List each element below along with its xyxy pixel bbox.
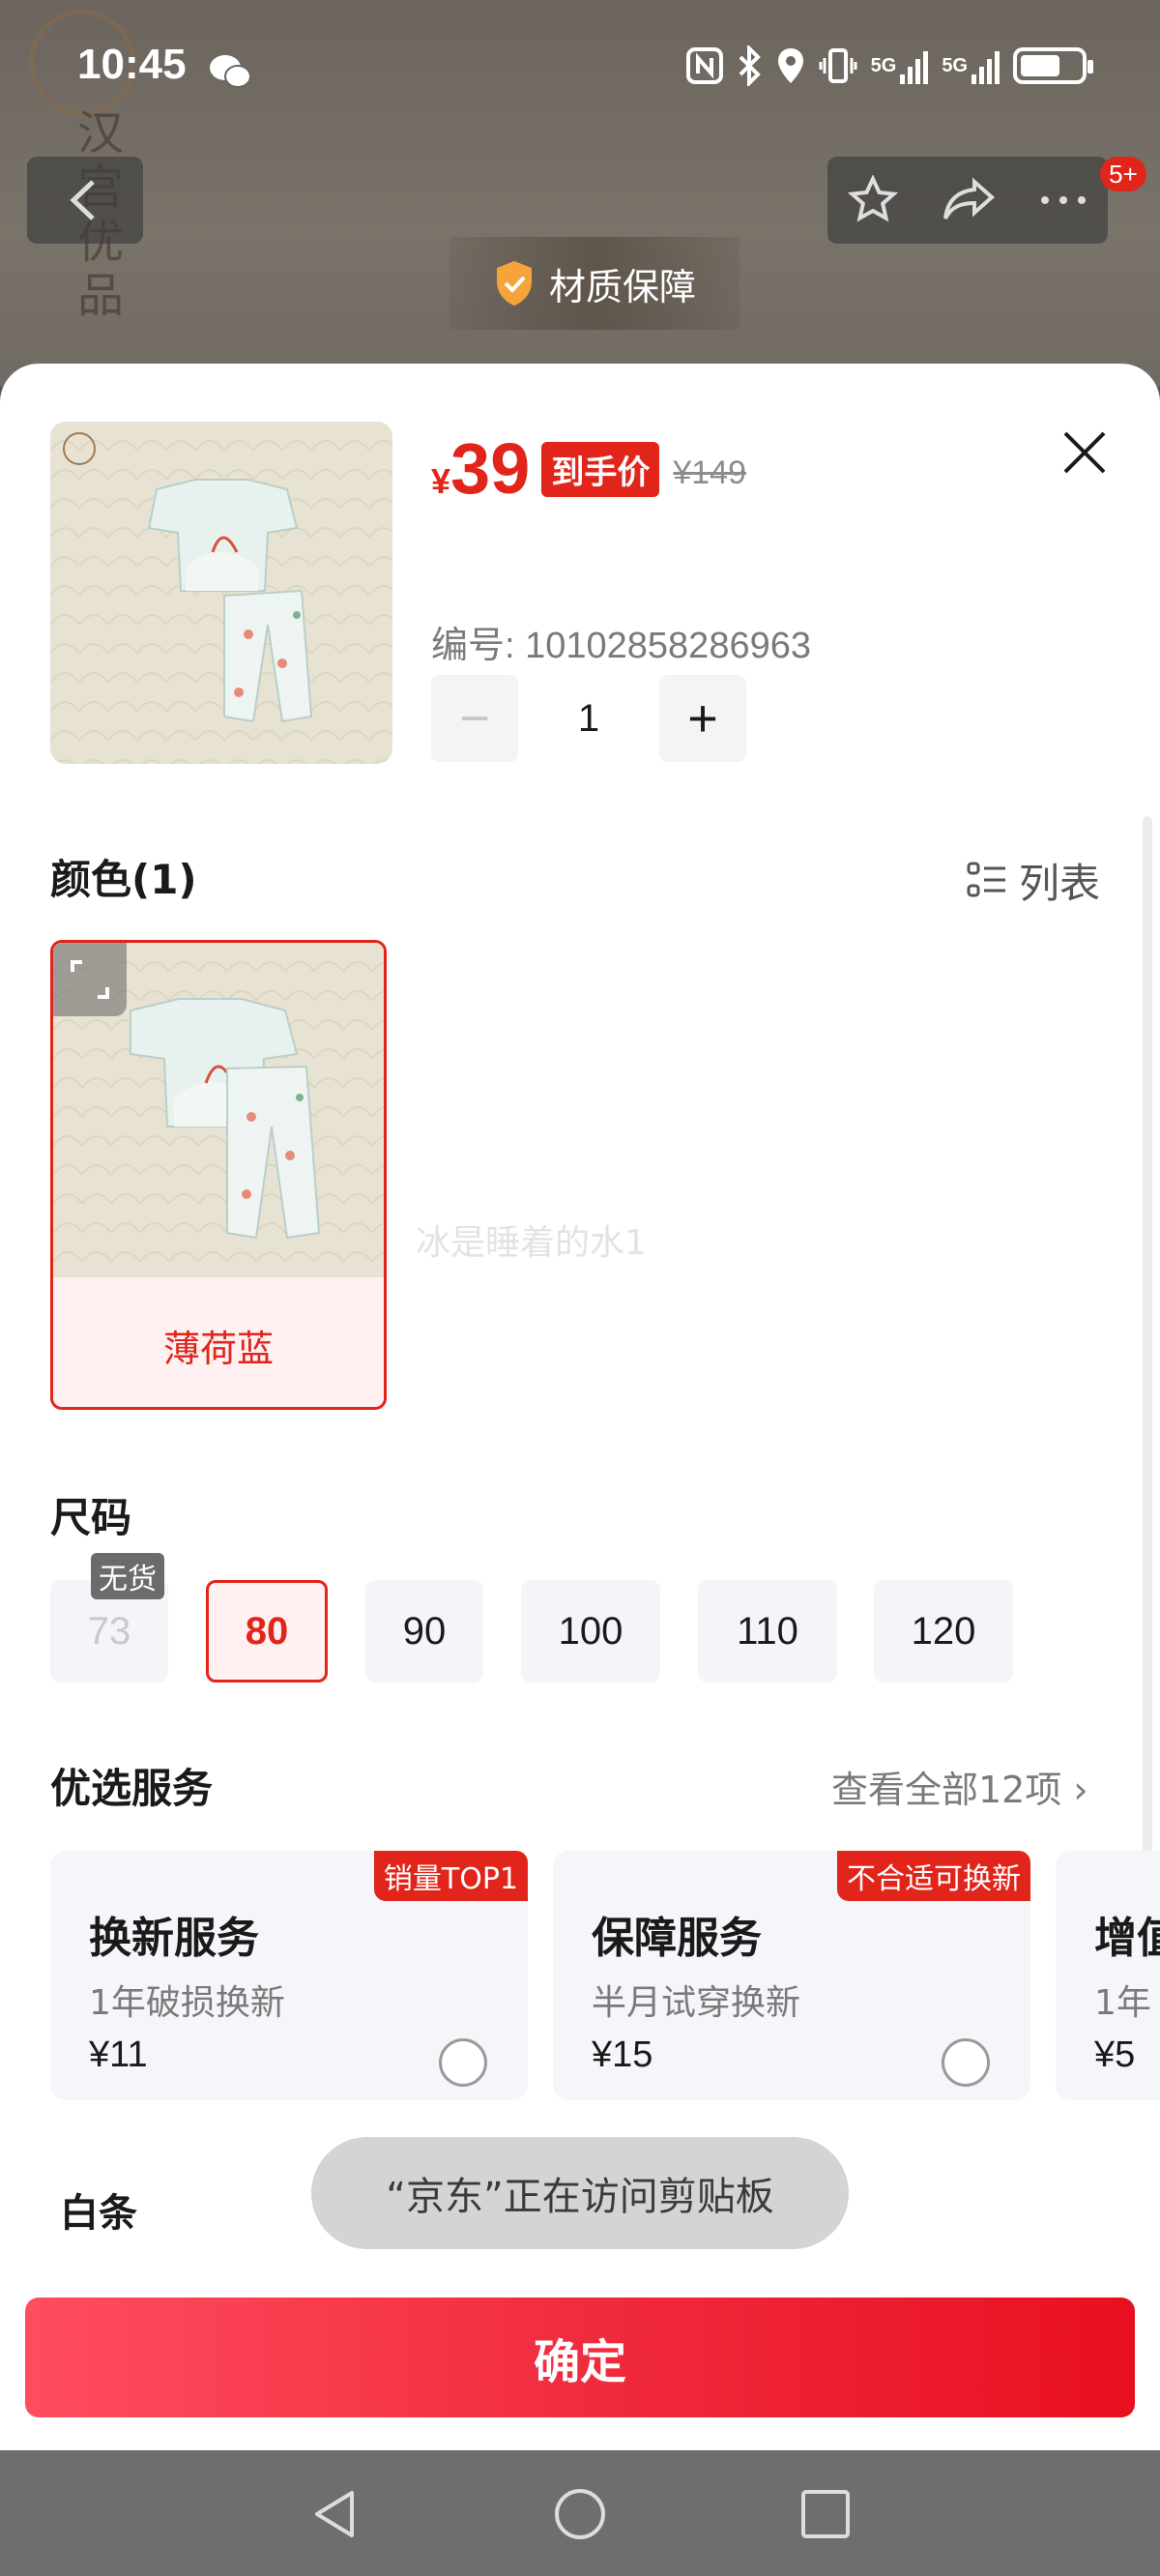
service-ribbon: 销量TOP1 [373,1851,528,1901]
back-button[interactable] [27,157,143,244]
service-price: ¥11 [89,2034,148,2075]
price-currency: ¥ [431,461,451,501]
nav-back-icon[interactable] [307,2487,362,2541]
service-ribbon: 不合适可换新 [837,1851,1030,1901]
top-action-bar [827,157,1108,244]
status-time: 10:45 [77,41,187,88]
color-option-image [53,943,384,1277]
service-price: ¥5 [1094,2034,1136,2075]
size-chip-73[interactable]: 无货 73 [50,1553,168,1683]
service-desc: 半月试穿换新 [592,1983,801,2023]
clipboard-toast: “京东”正在访问剪贴板 [311,2137,849,2249]
battery-icon [1013,44,1093,87]
nav-home-icon[interactable] [553,2487,607,2541]
status-bar: 10:45 5G 5G [0,0,1160,145]
service-radio[interactable] [439,2038,487,2087]
quantity-stepper: − 1 + [431,675,746,762]
signal-icon: 5G [871,44,929,87]
back-icon [70,180,95,220]
bluetooth-icon [738,44,763,87]
list-toggle-label: 列表 [1019,860,1101,907]
service-title: 增值 [1094,1914,1160,1963]
decrease-button[interactable]: − [431,675,518,762]
size-chip-100[interactable]: 100 [521,1580,660,1683]
increase-button[interactable]: + [659,675,746,762]
sku-selector-sheet: ¥ 39 到手价 ¥149 编号: 10102858286963 − 1 + 颜… [0,364,1160,2450]
quantity-value[interactable]: 1 [518,697,659,741]
size-chip-120[interactable]: 120 [874,1580,1013,1683]
service-desc: 1年 [1094,1983,1151,2023]
service-card-replacement[interactable]: 销量TOP1 换新服务 1年破损换新 ¥11 [50,1851,528,2100]
product-thumbnail[interactable] [50,422,392,764]
service-title: 保障服务 [592,1914,762,1963]
baitiao-payment-label[interactable]: 白条 [60,2181,137,2238]
sku-number: 编号: 10102858286963 [431,626,811,666]
original-price: ¥149 [673,454,746,491]
expand-icon[interactable] [53,943,127,1016]
nfc-icon [685,44,724,87]
size-chip-90[interactable]: 90 [365,1580,483,1683]
nav-recents-icon[interactable] [798,2487,853,2541]
price-row: ¥ 39 到手价 ¥149 [431,427,746,510]
wechat-icon [210,55,251,88]
size-section-title: 尺码 [50,1494,132,1541]
see-all-services-link[interactable]: 查看全部12项 › [831,1760,1088,1813]
size-chip-80[interactable]: 80 [206,1580,328,1683]
service-card-value-added[interactable]: 增值 1年 ¥5 [1056,1851,1160,2100]
list-view-toggle[interactable]: 列表 [967,851,1100,910]
size-chip-110[interactable]: 110 [698,1580,837,1683]
watermark-text: 冰是睡着的水1 [416,1223,647,1263]
color-option-card[interactable]: 薄荷蓝 [50,940,387,1410]
shield-icon [496,261,532,306]
material-guarantee-badge[interactable]: 材质保障 [450,237,740,330]
confirm-button[interactable]: 确定 [25,2298,1135,2417]
final-price-tag: 到手价 [541,442,660,497]
service-desc: 1年破损换新 [89,1983,285,2023]
service-radio[interactable] [942,2038,990,2087]
service-title: 换新服务 [89,1914,259,1963]
close-icon[interactable] [1054,422,1116,483]
more-icon[interactable] [1039,194,1088,206]
final-price: 39 [450,428,531,509]
list-icon [967,862,1005,896]
no-stock-badge: 无货 [91,1553,164,1599]
service-price: ¥15 [592,2034,653,2075]
scrollbar[interactable] [1143,816,1152,2025]
star-icon[interactable] [848,175,899,225]
system-navigation-bar [0,2450,1160,2576]
vibrate-icon [819,44,857,87]
size-options: 无货 73 80 90 100 110 120 [50,1553,1114,1683]
share-icon[interactable] [940,176,998,224]
color-section-title: 颜色(1) [50,856,197,903]
color-option-label: 薄荷蓝 [162,1327,274,1370]
service-card-protection[interactable]: 不合适可换新 保障服务 半月试穿换新 ¥15 [553,1851,1030,2100]
location-icon [776,44,805,87]
service-section-title: 优选服务 [50,1765,214,1812]
material-badge-label: 材质保障 [548,265,696,308]
signal-icon-2: 5G [942,44,1000,87]
notification-badge: 5+ [1100,157,1146,191]
